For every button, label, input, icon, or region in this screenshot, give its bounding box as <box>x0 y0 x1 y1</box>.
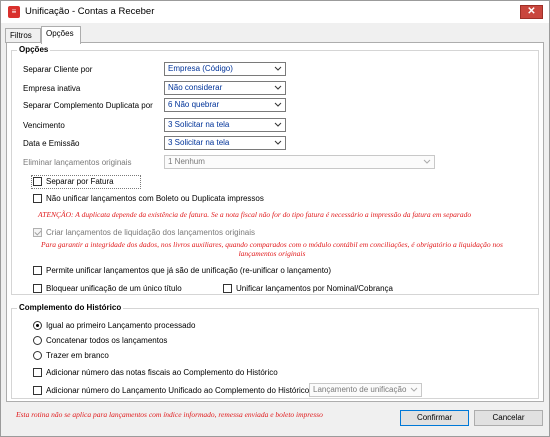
nao-unificar-label: Não unificar lançamentos com Boleto ou D… <box>46 194 264 203</box>
radio-concatenar-label: Concatenar todos os lançamentos <box>46 336 168 345</box>
chevron-down-icon <box>274 102 282 107</box>
adicionar-numero-checkbox[interactable] <box>33 386 42 395</box>
title-bar: ≡ Unificação - Contas a Receber ✕ <box>1 1 549 23</box>
chevron-down-icon <box>274 66 282 71</box>
separar-fatura-label: Separar por Fatura <box>46 177 114 186</box>
radio-trazer-branco[interactable] <box>33 351 42 360</box>
radio-trazer-branco-label: Trazer em branco <box>46 351 109 360</box>
bloquear-label: Bloquear unificação de um único título <box>46 284 182 293</box>
separar-complemento-value: 6 Não quebrar <box>168 100 220 109</box>
close-button[interactable]: ✕ <box>520 5 543 19</box>
chevron-down-icon <box>274 85 282 90</box>
adicionar-notas-checkbox[interactable] <box>33 368 42 377</box>
integridade-warning: Para garantir a integridade dos dados, n… <box>41 240 503 258</box>
tab-filtros[interactable]: Filtros <box>5 28 41 43</box>
unificar-nominal-checkbox[interactable] <box>223 284 232 293</box>
confirm-button[interactable]: Confirmar <box>400 410 469 426</box>
dialog-window: ≡ Unificação - Contas a Receber ✕ Filtro… <box>0 0 550 437</box>
radio-concatenar[interactable] <box>33 336 42 345</box>
eliminar-lancamentos-select[interactable]: 1 Nenhum <box>164 155 435 169</box>
separar-cliente-label: Separar Cliente por <box>23 65 93 74</box>
vencimento-select[interactable]: 3 Solicitar na tela <box>164 118 286 132</box>
report-icon: ≡ <box>8 6 20 18</box>
opcoes-legend: Opções <box>17 45 51 54</box>
chevron-down-icon <box>410 387 418 392</box>
separar-complemento-label: Separar Complemento Duplicata por <box>23 101 153 110</box>
empresa-inativa-select[interactable]: Não considerar <box>164 81 286 95</box>
unificar-nominal-label: Unificar lançamentos por Nominal/Cobranç… <box>236 284 393 293</box>
lancamento-unificacao-select[interactable]: Lançamento de unificação <box>309 383 422 397</box>
chevron-down-icon <box>423 159 431 164</box>
criar-lancamentos-label: Criar lançamentos de liquidação dos lanç… <box>46 228 256 237</box>
empresa-inativa-label: Empresa inativa <box>23 84 81 93</box>
tab-panel-opcoes: Opções Separar Cliente por Empresa (Códi… <box>6 42 544 402</box>
criar-lancamentos-checkbox[interactable] <box>33 228 42 237</box>
footer-note: Esta rotina não se aplica para lançament… <box>16 410 323 419</box>
nao-unificar-checkbox[interactable] <box>33 194 42 203</box>
cancel-button[interactable]: Cancelar <box>474 410 543 426</box>
radio-igual-primeiro-label: Igual ao primeiro Lançamento processado <box>46 321 196 330</box>
bloquear-checkbox[interactable] <box>33 284 42 293</box>
chevron-down-icon <box>274 140 282 145</box>
tab-opcoes[interactable]: Opções <box>41 26 81 44</box>
empresa-inativa-value: Não considerar <box>168 83 223 92</box>
separar-complemento-select[interactable]: 6 Não quebrar <box>164 98 286 112</box>
permite-unificar-checkbox[interactable] <box>33 266 42 275</box>
data-emissao-value: 3 Solicitar na tela <box>168 138 230 147</box>
separar-cliente-select[interactable]: Empresa (Código) <box>164 62 286 76</box>
vencimento-value: 3 Solicitar na tela <box>168 120 230 129</box>
adicionar-numero-label: Adicionar número do Lançamento Unificado… <box>46 386 321 395</box>
eliminar-lancamentos-label: Eliminar lançamentos originais <box>23 158 132 167</box>
permite-unificar-label: Permite unificar lançamentos que já são … <box>46 266 332 275</box>
data-emissao-label: Data e Emissão <box>23 139 80 148</box>
vencimento-label: Vencimento <box>23 121 65 130</box>
lancamento-unificacao-value: Lançamento de unificação <box>313 385 407 394</box>
atencao-warning: ATENÇÃO: A duplicata depende da existênc… <box>38 210 472 219</box>
window-title: Unificação - Contas a Receber <box>25 6 155 17</box>
data-emissao-select[interactable]: 3 Solicitar na tela <box>164 136 286 150</box>
separar-fatura-checkbox[interactable] <box>33 177 42 186</box>
complemento-legend: Complemento do Histórico <box>17 303 124 312</box>
eliminar-lancamentos-value: 1 Nenhum <box>168 157 205 166</box>
adicionar-notas-label: Adicionar número das notas fiscais ao Co… <box>46 368 278 377</box>
radio-igual-primeiro[interactable] <box>33 321 42 330</box>
chevron-down-icon <box>274 122 282 127</box>
separar-cliente-value: Empresa (Código) <box>168 64 233 73</box>
